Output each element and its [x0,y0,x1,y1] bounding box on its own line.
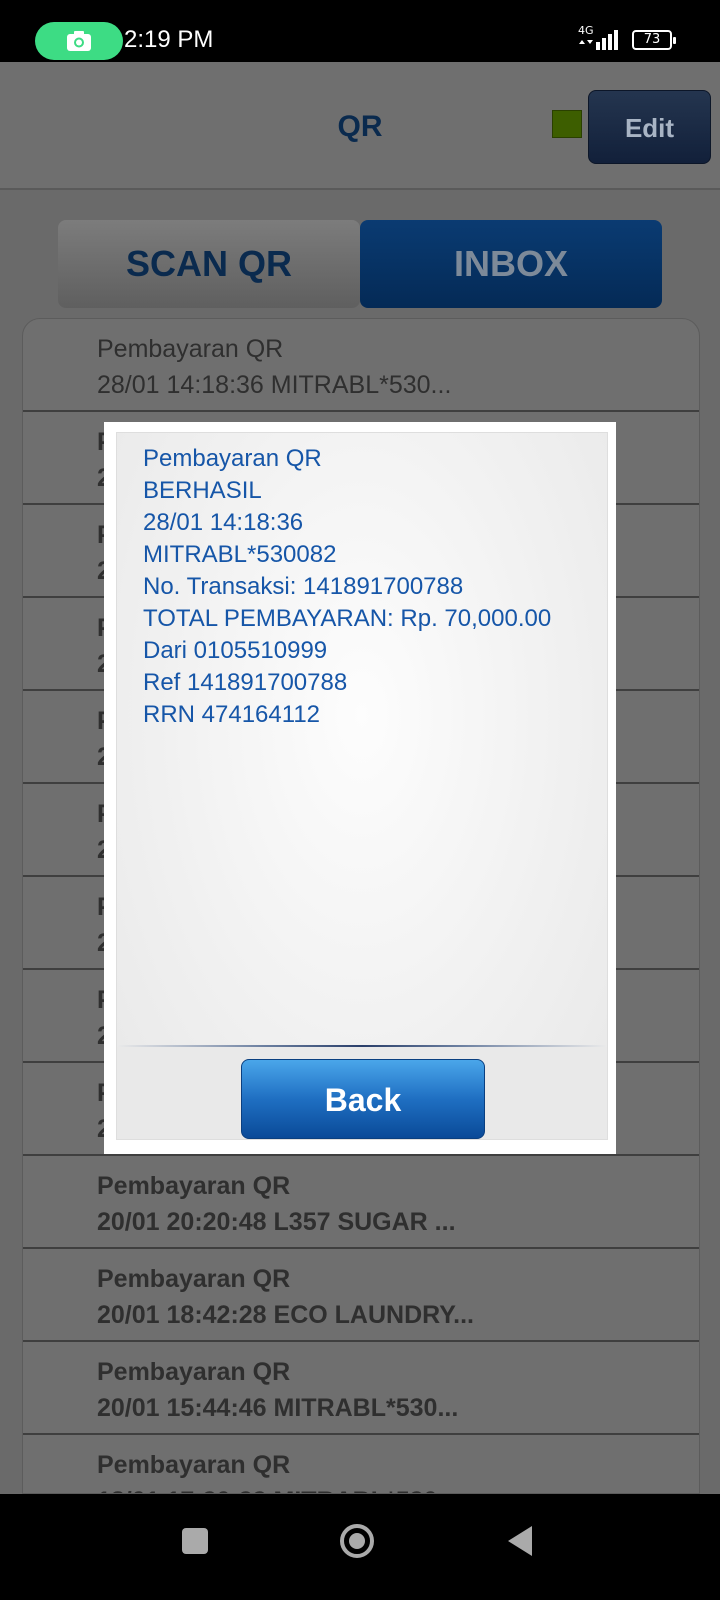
app-header: QR Edit [0,62,720,190]
list-item-title: Pembayaran QR [97,1265,291,1293]
list-item-title: Pembayaran QR [97,1451,291,1479]
back-button[interactable]: Back [241,1059,485,1139]
list-item[interactable]: Pembayaran QR 20/01 15:44:46 MITRABL*530… [23,1342,699,1435]
receipt-line-title: Pembayaran QR [143,445,322,472]
receipt-dialog: Pembayaran QR BERHASIL 28/01 14:18:36 MI… [104,422,616,1154]
list-item-subtitle: 20/01 18:42:28 ECO LAUNDRY... [97,1301,475,1329]
dialog-footer: Back [117,1047,607,1139]
signal-icon [579,30,618,50]
receipt-line-status: BERHASIL [143,477,262,504]
receipt-text: Pembayaran QR BERHASIL 28/01 14:18:36 MI… [143,443,603,731]
receipt-line-rrn: RRN 474164112 [143,701,321,728]
status-bar: 2:19 PM 4G 73 [0,0,720,62]
list-item[interactable]: Pembayaran QR 28/01 14:18:36 MITRABL*530… [23,319,699,412]
list-item-subtitle: 20/01 20:20:48 L357 SUGAR ... [97,1208,456,1236]
edit-button[interactable]: Edit [588,90,711,164]
receipt-line-merchant: MITRABL*530082 [143,541,337,568]
tab-inbox[interactable]: INBOX [360,220,662,308]
list-item[interactable]: Pembayaran QR 18/01 17:30:33 MITRABL*530… [23,1435,699,1493]
list-item-subtitle: 18/01 17:30:33 MITRABL*530... [97,1483,699,1493]
receipt-line-ref: Ref 141891700788 [143,669,348,696]
battery-icon: 73 [632,30,676,50]
receipt-line-transaction: No. Transaksi: 141891700788 [143,573,464,600]
recent-apps-icon[interactable] [182,1528,208,1554]
list-item[interactable]: Pembayaran QR 20/01 18:42:28 ECO LAUNDRY… [23,1249,699,1342]
receipt-line-datetime: 28/01 14:18:36 [143,509,304,536]
receipt-line-total: TOTAL PEMBAYARAN: Rp. 70,000.00 [143,605,552,632]
dialog-body: Pembayaran QR BERHASIL 28/01 14:18:36 MI… [116,432,608,1140]
status-indicator [552,110,582,138]
clock: 2:19 PM [124,26,214,53]
camera-icon [67,31,91,51]
receipt-line-from: Dari 0105510999 [143,637,328,664]
list-item-subtitle: 28/01 14:18:36 MITRABL*530... [97,371,452,399]
list-item-title: Pembayaran QR [97,1358,291,1386]
list-item[interactable]: Pembayaran QR 20/01 20:20:48 L357 SUGAR … [23,1156,699,1249]
tab-scan-qr[interactable]: SCAN QR [58,220,360,308]
home-icon[interactable] [340,1524,374,1558]
back-arrow-icon[interactable] [508,1526,532,1556]
list-item-title: Pembayaran QR [97,1172,291,1200]
list-item-subtitle: 20/01 15:44:46 MITRABL*530... [97,1394,459,1422]
list-item-title: Pembayaran QR [97,335,284,363]
system-nav-bar [0,1494,720,1600]
screenshot-indicator[interactable] [35,22,123,60]
